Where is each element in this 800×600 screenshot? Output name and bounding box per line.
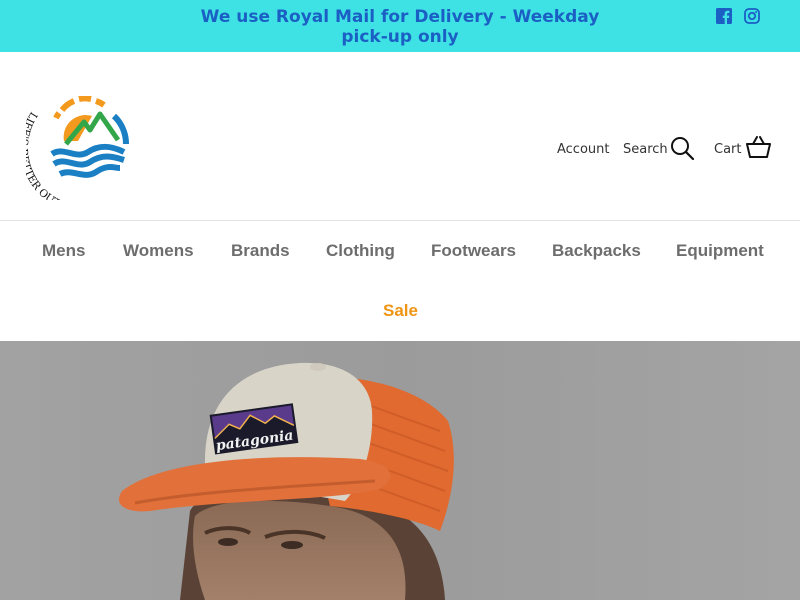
announcement-line-2: pick-up only bbox=[341, 27, 459, 47]
nav-item-clothing[interactable]: Clothing bbox=[326, 241, 395, 261]
nav-item-equipment[interactable]: Equipment bbox=[676, 241, 764, 261]
instagram-icon[interactable] bbox=[744, 8, 760, 24]
store-logo[interactable]: LIFE'S BETTER OUTDOORS bbox=[17, 95, 142, 217]
announcement-bar: We use Royal Mail for Delivery - Weekday… bbox=[0, 0, 800, 52]
site-header: LIFE'S BETTER OUTDOORS Account Search Ca… bbox=[0, 52, 800, 221]
cart-icon[interactable] bbox=[746, 135, 771, 159]
search-icon[interactable] bbox=[670, 136, 695, 161]
nav-item-sale[interactable]: Sale bbox=[383, 301, 418, 321]
nav-item-mens[interactable]: Mens bbox=[42, 241, 85, 261]
main-navigation: Mens Womens Brands Clothing Footwears Ba… bbox=[0, 221, 800, 341]
nav-item-footwears[interactable]: Footwears bbox=[431, 241, 516, 261]
announcement-text: We use Royal Mail for Delivery - Weekday… bbox=[200, 7, 600, 47]
hero-image: patagonia bbox=[0, 341, 800, 600]
announcement-line-1: We use Royal Mail for Delivery - Weekday bbox=[200, 7, 600, 27]
facebook-icon[interactable] bbox=[716, 8, 732, 24]
nav-item-womens[interactable]: Womens bbox=[123, 241, 194, 261]
cart-link[interactable]: Cart bbox=[714, 142, 742, 157]
nav-item-backpacks[interactable]: Backpacks bbox=[552, 241, 641, 261]
hero-banner[interactable]: patagonia bbox=[0, 341, 800, 600]
nav-item-brands[interactable]: Brands bbox=[231, 241, 290, 261]
account-link[interactable]: Account bbox=[557, 142, 610, 157]
search-link[interactable]: Search bbox=[623, 142, 668, 157]
